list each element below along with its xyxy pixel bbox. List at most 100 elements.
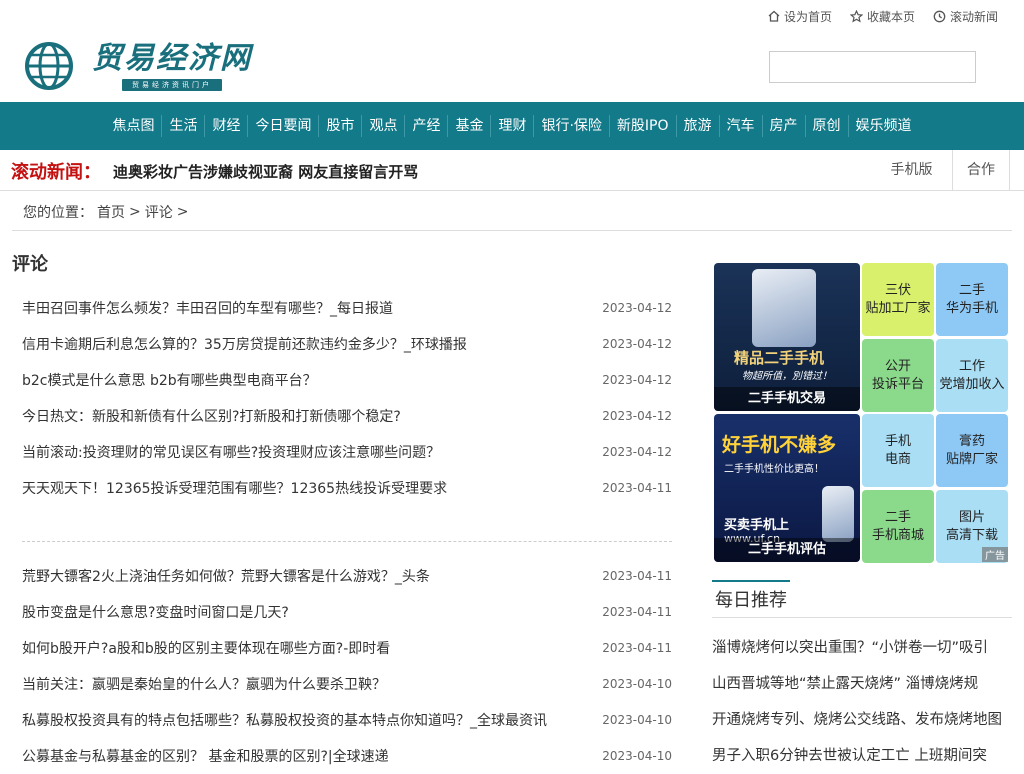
list-item: 信用卡逾期后利息怎么算的？35万房贷提前还款违约金多少？_环球播报 2023-04… — [22, 326, 672, 362]
article-link[interactable]: 私募股权投资具有的特点包括哪些？私募股权投资的基本特点你知道吗？_全球最资讯 — [22, 710, 547, 730]
nav-item-opinion[interactable]: 观点 — [362, 115, 406, 137]
bookmark-link[interactable]: 收藏本页 — [849, 8, 915, 25]
nav-item-life[interactable]: 生活 — [162, 115, 206, 137]
daily-recommend-title: 每日推荐 — [712, 580, 790, 618]
mobile-version-link[interactable]: 手机版 — [871, 150, 952, 190]
article-date: 2023-04-12 — [602, 445, 672, 459]
nav-item-focus[interactable]: 焦点图 — [105, 115, 163, 137]
home-icon — [768, 10, 780, 22]
ad-tile-line2: 华为手机 — [945, 300, 998, 316]
ad-tile[interactable]: 二手 手机商城 — [862, 490, 934, 563]
ad-tile[interactable]: 工作 党增加收入 — [936, 339, 1008, 412]
brand-tagline: 贸易经济资讯门户 — [122, 78, 222, 91]
ad-big-text: 好手机不嫌多 — [722, 434, 837, 456]
scroll-news-label: 滚动新闻 — [949, 9, 998, 24]
set-homepage-label: 设为首页 — [783, 9, 832, 24]
scroll-news-title: 滚动新闻： — [11, 162, 101, 183]
article-list: 荒野大镖客2火上浇油任务如何做？荒野大镖客是什么游戏？_头条 2023-04-11… — [22, 558, 672, 774]
ad-tile-line1: 膏药 — [958, 433, 985, 449]
list-item: 当前关注：嬴驷是秦始皇的什么人？嬴驷为什么要杀卫鞅？ 2023-04-10 — [22, 666, 672, 702]
set-homepage-link[interactable]: 设为首页 — [768, 8, 832, 25]
ad-tile-line2: 投诉平台 — [871, 376, 924, 392]
ad-big-text: 精品二手手机 — [734, 349, 825, 367]
article-date: 2023-04-12 — [602, 373, 672, 387]
article-date: 2023-04-10 — [602, 677, 672, 691]
nav-item-fund[interactable]: 基金 — [448, 115, 492, 137]
ad-tile-line2: 党增加收入 — [939, 376, 1005, 392]
article-link[interactable]: 当前滚动:投资理财的常见误区有哪些?投资理财应该注意哪些问题？ — [22, 442, 440, 462]
nav-item-finance[interactable]: 财经 — [205, 115, 249, 137]
ad-image-used-phone-trade[interactable]: 精品二手手机 物超所值，別错过！ 二手手机交易 — [714, 263, 860, 411]
list-item: 股市变盘是什么意思?变盘时间窗口是几天? 2023-04-11 — [22, 594, 672, 630]
nav-item-industry[interactable]: 产经 — [405, 115, 449, 137]
nav-item-travel[interactable]: 旅游 — [677, 115, 720, 137]
scroll-news-bar: 滚动新闻： 迪奥彩妆广告涉嫌歧视亚裔 网友直接留言开骂 手机版 合作 — [0, 150, 1024, 191]
article-link[interactable]: 股市变盘是什么意思?变盘时间窗口是几天? — [22, 602, 289, 622]
ad-tile-line1: 公开 — [884, 358, 911, 374]
ad-image-used-phone-eval[interactable]: 好手机不嫌多 二手手机性价比更高！ 买卖手机上 www.uf.cn 二手手机评估 — [714, 414, 860, 562]
nav-item-bank-insurance[interactable]: 银行·保险 — [534, 115, 610, 137]
article-date: 2023-04-12 — [602, 409, 672, 423]
ad-tile-line1: 三伏 — [884, 282, 911, 298]
article-list: 丰田召回事件怎么频发？丰田召回的车型有哪些？_每日报道 2023-04-12 信用… — [22, 290, 672, 506]
article-link[interactable]: b2c模式是什么意思 b2b有哪些典型电商平台？ — [22, 370, 317, 390]
nav-item-wealth[interactable]: 理财 — [491, 115, 535, 137]
article-link[interactable]: 信用卡逾期后利息怎么算的？35万房贷提前还款违约金多少？_环球播报 — [22, 334, 467, 354]
ad-tile[interactable]: 公开 投诉平台 — [862, 339, 934, 412]
list-item: 今日热文：新股和新债有什么区别?打新股和打新债哪个稳定? 2023-04-12 — [22, 398, 672, 434]
breadcrumb-home[interactable]: 首页 — [97, 202, 125, 222]
article-link[interactable]: 天天观天下！12365投诉受理范围有哪些？12365热线投诉受理要求 — [22, 478, 447, 498]
nav-item-today-news[interactable]: 今日要闻 — [248, 115, 320, 137]
article-date: 2023-04-10 — [602, 713, 672, 727]
brand-block: 贸易经济网 贸易经济资讯门户 — [92, 40, 252, 91]
nav-item-realestate[interactable]: 房产 — [763, 115, 806, 137]
article-date: 2023-04-10 — [602, 749, 672, 763]
breadcrumb-prefix: 您的位置： — [23, 204, 93, 221]
article-date: 2023-04-11 — [602, 641, 672, 655]
daily-recommend-item[interactable]: 开通烧烤专列、烧烤公交线路、发布烧烤地图 — [712, 702, 1012, 738]
list-item: b2c模式是什么意思 b2b有哪些典型电商平台？ 2023-04-12 — [22, 362, 672, 398]
list-item: 当前滚动:投资理财的常见误区有哪些?投资理财应该注意哪些问题？ 2023-04-1… — [22, 434, 672, 470]
daily-recommend-item[interactable]: 男子入职6分钟去世被认定工亡 上班期间突 — [712, 738, 1012, 774]
ad-tile[interactable]: 三伏 贴加工厂家 — [862, 263, 934, 336]
ad-tile-line2: 手机商城 — [871, 527, 924, 543]
search-input[interactable] — [769, 51, 976, 83]
article-link[interactable]: 荒野大镖客2火上浇油任务如何做？荒野大镖客是什么游戏？_头条 — [22, 566, 430, 586]
breadcrumb-current[interactable]: 评论 — [145, 202, 173, 222]
article-link[interactable]: 今日热文：新股和新债有什么区别?打新股和打新债哪个稳定? — [22, 406, 401, 426]
article-link[interactable]: 丰田召回事件怎么频发？丰田召回的车型有哪些？_每日报道 — [22, 298, 393, 318]
daily-recommend-item[interactable]: 淄博烧烤何以突出重围？“小饼卷一切”吸引 — [712, 630, 1012, 666]
nav-item-stock[interactable]: 股市 — [319, 115, 363, 137]
article-link[interactable]: 公募基金与私募基金的区别？ 基金和股票的区别?|全球速递 — [22, 746, 389, 766]
ad-tile-line1: 二手 — [958, 282, 985, 298]
ad-tile-line2: 贴加工厂家 — [865, 300, 931, 316]
ad-mid-text: 买卖手机上 — [724, 518, 790, 533]
article-date: 2023-04-12 — [602, 301, 672, 315]
cooperation-link[interactable]: 合作 — [952, 150, 1010, 190]
nav-item-auto[interactable]: 汽车 — [720, 115, 763, 137]
article-date: 2023-04-11 — [602, 569, 672, 583]
ad-tile[interactable]: 手机 电商 — [862, 414, 934, 487]
scroll-news-headline[interactable]: 迪奥彩妆广告涉嫌歧视亚裔 网友直接留言开骂 — [113, 161, 418, 182]
nav-item-original[interactable]: 原创 — [806, 115, 849, 137]
top-links: 设为首页 收藏本页 滚动新闻 — [750, 0, 998, 32]
daily-recommend-header: 每日推荐 — [712, 580, 1012, 618]
ad-tile[interactable]: 二手 华为手机 — [936, 263, 1008, 336]
daily-recommend-item[interactable]: 山西晋城等地“禁止露天烧烤” 淄博烧烤规 — [712, 666, 1012, 702]
ad-grid: 精品二手手机 物超所值，別错过！ 二手手机交易 好手机不嫌多 二手手机性价比更高… — [712, 262, 1010, 563]
ad-caption: 二手手机交易 — [714, 387, 860, 411]
list-item: 公募基金与私募基金的区别？ 基金和股票的区别?|全球速递 2023-04-10 — [22, 738, 672, 774]
ad-tile-line1: 二手 — [884, 509, 911, 525]
ad-tile[interactable]: 膏药 贴牌厂家 — [936, 414, 1008, 487]
breadcrumb-separator: > — [176, 203, 189, 220]
article-date: 2023-04-12 — [602, 337, 672, 351]
article-link[interactable]: 如何b股开户?a股和b股的区别主要体现在哪些方面?-即时看 — [22, 638, 390, 658]
brand-name: 贸易经济网 — [92, 40, 252, 76]
bookmark-label: 收藏本页 — [866, 9, 915, 24]
nav-item-ipo[interactable]: 新股IPO — [610, 115, 677, 137]
scroll-news-link[interactable]: 滚动新闻 — [933, 8, 998, 25]
breadcrumb: 您的位置： 首页 > 评论 > — [12, 193, 1012, 231]
article-link[interactable]: 当前关注：嬴驷是秦始皇的什么人？嬴驷为什么要杀卫鞅？ — [22, 674, 386, 694]
site-logo[interactable]: 贸易经济网 贸易经济资讯门户 — [24, 40, 260, 92]
nav-item-entertainment[interactable]: 娱乐频道 — [849, 115, 919, 137]
